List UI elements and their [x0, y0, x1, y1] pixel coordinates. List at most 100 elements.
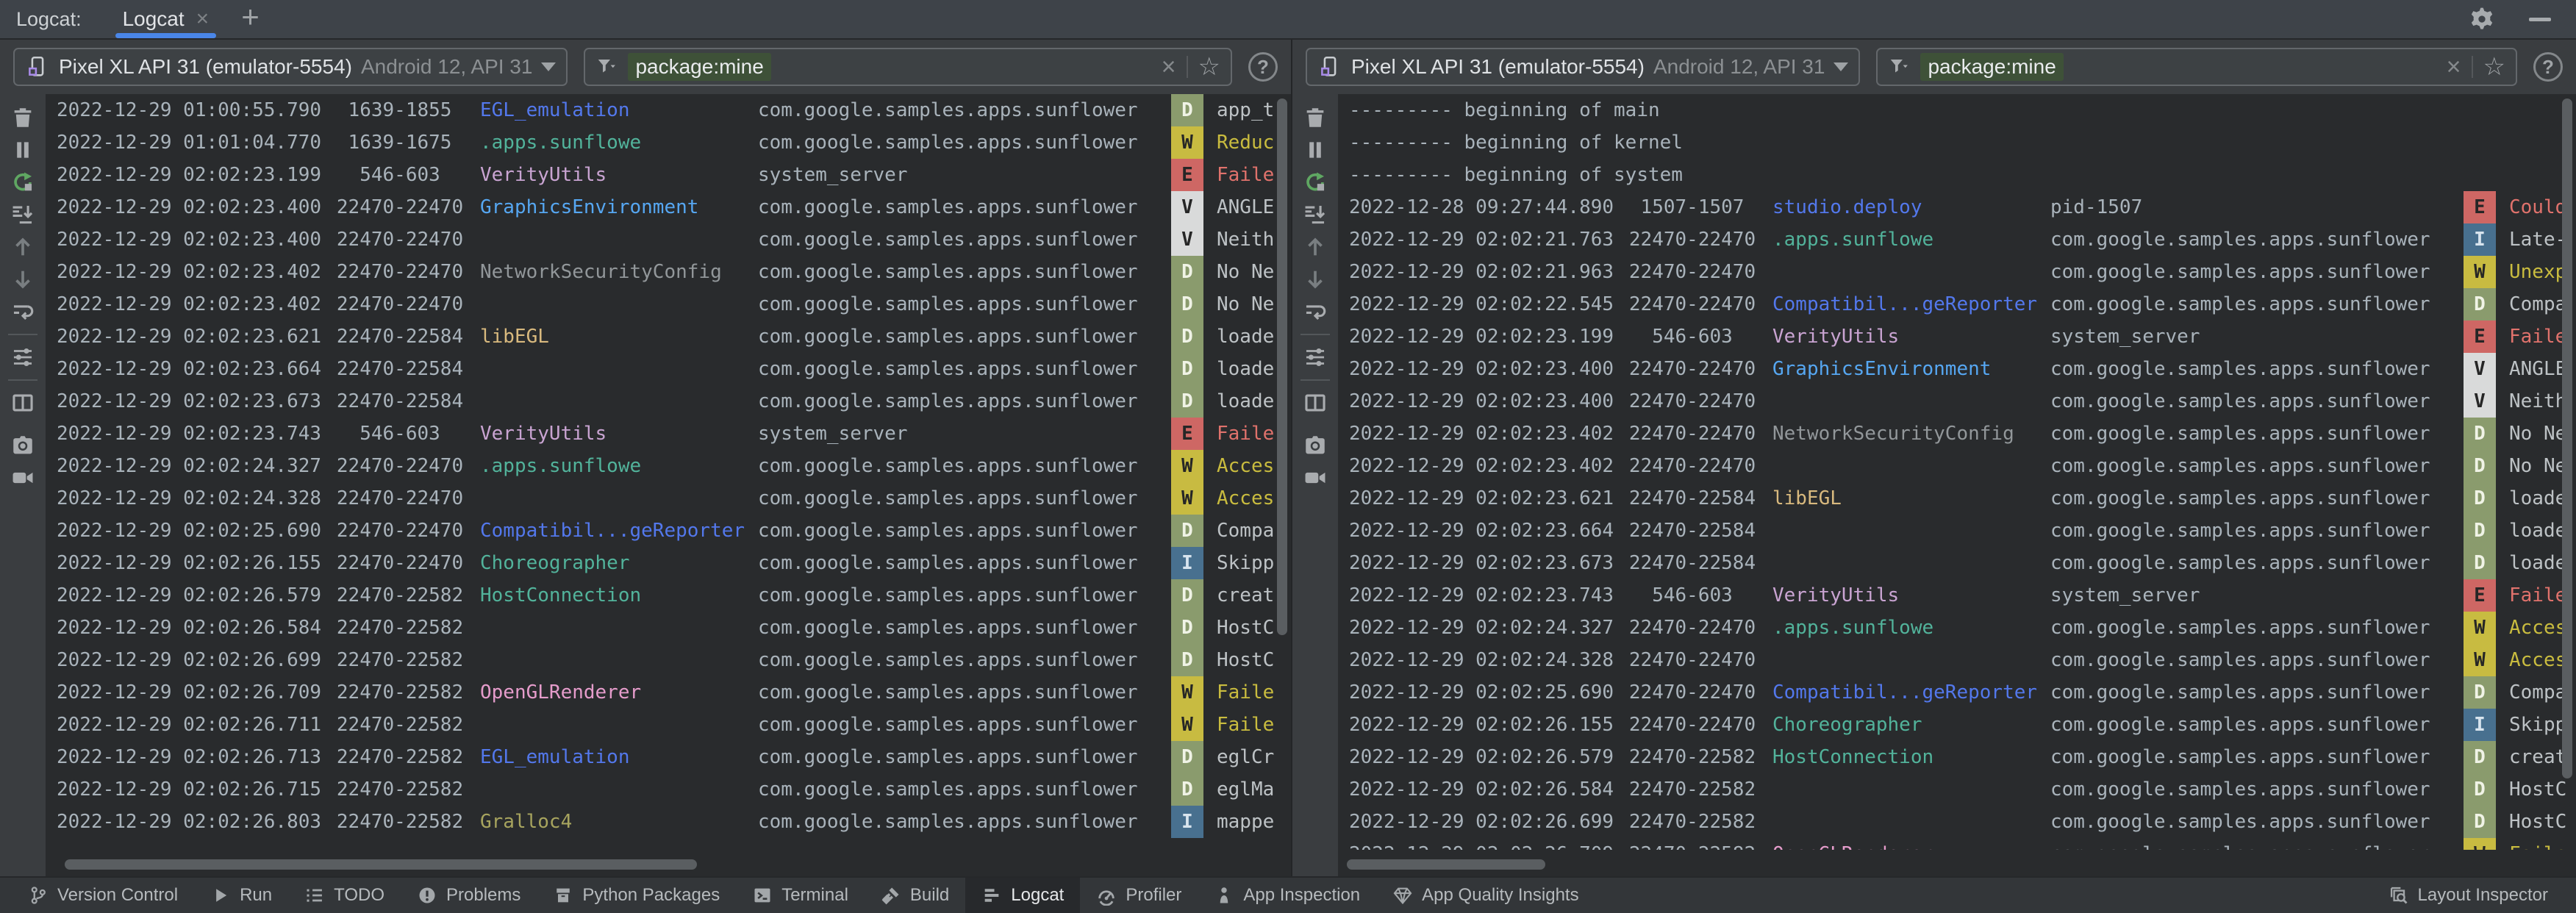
filter-query-text[interactable]: package:mine — [1920, 53, 2064, 81]
clear-filter-icon[interactable]: × — [2447, 54, 2461, 79]
statusbar-item-version-control[interactable]: Version Control — [12, 878, 194, 913]
log-row[interactable]: 2022-12-29 02:02:26.709 22470-22582 OpenGL… — [1338, 838, 2576, 850]
statusbar-item-build[interactable]: Build — [865, 878, 965, 913]
hide-tool-window-icon[interactable] — [2529, 17, 2551, 21]
log-row[interactable]: 2022-12-29 02:02:23.664 22470-22584 com.go… — [1338, 515, 2576, 547]
log-row[interactable]: 2022-12-29 02:02:26.699 22470-22582 com.go… — [46, 644, 1291, 676]
log-row[interactable]: 2022-12-29 02:02:23.400 22470-22470 com.go… — [1338, 385, 2576, 418]
log-row[interactable]: 2022-12-29 02:02:26.699 22470-22582 com.go… — [1338, 806, 2576, 838]
log-row[interactable]: 2022-12-29 02:02:26.579 22470-22582 HostCo… — [1338, 741, 2576, 773]
gear-icon[interactable] — [2467, 4, 2497, 34]
vertical-scrollbar[interactable] — [2562, 99, 2572, 778]
log-row[interactable]: 2022-12-29 01:01:04.770 1639-1675 .apps.su… — [46, 126, 1291, 159]
device-selector[interactable]: Pixel XL API 31 (emulator-5554) Android … — [1306, 48, 1861, 86]
clear-filter-icon[interactable]: × — [1162, 54, 1176, 79]
screen-record-button[interactable] — [6, 462, 40, 494]
log-row[interactable]: 2022-12-29 02:02:25.690 22470-22470 Compat… — [1338, 676, 2576, 709]
filter-query-text[interactable]: package:mine — [628, 53, 771, 81]
log-row[interactable]: 2022-12-29 02:02:23.402 22470-22470 com.go… — [46, 288, 1291, 321]
screenshot-button[interactable] — [6, 429, 40, 462]
restart-logcat-button[interactable] — [1298, 166, 1332, 198]
log-row[interactable]: 2022-12-29 02:02:23.199 546-603 VerityUtil… — [46, 159, 1291, 191]
clear-logcat-button[interactable] — [1298, 101, 1332, 134]
statusbar-item-python-packages[interactable]: Python Packages — [537, 878, 736, 913]
scroll-to-end-button[interactable] — [1298, 198, 1332, 231]
log-row[interactable]: 2022-12-29 02:02:23.402 22470-22470 Networ… — [46, 256, 1291, 288]
screenshot-button[interactable] — [1298, 429, 1332, 462]
log-row[interactable]: 2022-12-29 01:00:55.790 1639-1855 EGL_emul… — [46, 94, 1291, 126]
horizontal-scrollbar[interactable] — [65, 859, 697, 870]
screen-record-button[interactable] — [1298, 462, 1332, 494]
log-row[interactable]: 2022-12-29 02:02:23.673 22470-22584 com.go… — [1338, 547, 2576, 579]
filter-field[interactable]: package:mine × ☆ — [584, 48, 1232, 86]
restart-logcat-button[interactable] — [6, 166, 40, 198]
logcat-settings-button[interactable] — [6, 341, 40, 373]
log-row[interactable]: 2022-12-29 02:02:23.400 22470-22470 com.go… — [46, 223, 1291, 256]
log-row[interactable]: 2022-12-28 09:27:44.890 1507-1507 studio.d… — [1338, 191, 2576, 223]
help-icon[interactable]: ? — [2533, 52, 2563, 82]
log-row[interactable]: 2022-12-29 02:02:21.763 22470-22470 .apps.… — [1338, 223, 2576, 256]
log-row[interactable]: 2022-12-29 02:02:23.400 22470-22470 Graphi… — [46, 191, 1291, 223]
scroll-to-end-button[interactable] — [6, 198, 40, 231]
log-row[interactable]: 2022-12-29 02:02:23.199 546-603 VerityUtil… — [1338, 321, 2576, 353]
next-occurrence-button[interactable] — [1298, 263, 1332, 296]
clear-logcat-button[interactable] — [6, 101, 40, 134]
log-row[interactable]: 2022-12-29 02:02:23.400 22470-22470 Graphi… — [1338, 353, 2576, 385]
statusbar-item-terminal[interactable]: Terminal — [736, 878, 865, 913]
split-panel-button[interactable] — [1298, 387, 1332, 419]
log-list[interactable]: --------- beginning of main --------- beg… — [1338, 94, 2576, 850]
tab-close-icon[interactable]: × — [196, 8, 210, 30]
log-row[interactable]: 2022-12-29 02:02:24.327 22470-22470 .apps.… — [46, 450, 1291, 482]
log-row[interactable]: 2022-12-29 02:02:24.328 22470-22470 com.go… — [1338, 644, 2576, 676]
log-row[interactable]: 2022-12-29 02:02:26.709 22470-22582 OpenGL… — [46, 676, 1291, 709]
log-row[interactable]: 2022-12-29 02:02:25.690 22470-22470 Compat… — [46, 515, 1291, 547]
pause-logcat-button[interactable] — [6, 134, 40, 166]
statusbar-item-logcat[interactable]: Logcat — [965, 878, 1081, 913]
statusbar-item-profiler[interactable]: Profiler — [1080, 878, 1198, 913]
log-row[interactable]: 2022-12-29 02:02:22.545 22470-22470 Compat… — [1338, 288, 2576, 321]
log-row[interactable]: 2022-12-29 02:02:23.402 22470-22470 Networ… — [1338, 418, 2576, 450]
add-tab-button[interactable]: + — [241, 1, 260, 37]
filter-funnel-icon[interactable] — [595, 56, 618, 78]
logcat-settings-button[interactable] — [1298, 341, 1332, 373]
log-row[interactable]: 2022-12-29 02:02:24.327 22470-22470 .apps.… — [1338, 612, 2576, 644]
soft-wrap-button[interactable] — [6, 296, 40, 328]
filter-field[interactable]: package:mine × ☆ — [1876, 48, 2517, 86]
statusbar-item-layout-inspector[interactable]: Layout Inspector — [2372, 878, 2564, 913]
log-row[interactable]: 2022-12-29 02:02:23.743 546-603 VerityUtil… — [1338, 579, 2576, 612]
log-row[interactable]: 2022-12-29 02:02:23.402 22470-22470 com.go… — [1338, 450, 2576, 482]
horizontal-scrollbar[interactable] — [1347, 859, 1545, 870]
split-panel-button[interactable] — [6, 387, 40, 419]
log-row[interactable]: 2022-12-29 02:02:24.328 22470-22470 com.go… — [46, 482, 1291, 515]
log-row[interactable]: 2022-12-29 02:02:26.713 22470-22582 EGL_em… — [46, 741, 1291, 773]
log-row[interactable]: 2022-12-29 02:02:26.155 22470-22470 Choreo… — [46, 547, 1291, 579]
log-row[interactable]: 2022-12-29 02:02:21.963 22470-22470 com.go… — [1338, 256, 2576, 288]
log-row[interactable]: 2022-12-29 02:02:26.579 22470-22582 HostCo… — [46, 579, 1291, 612]
device-selector[interactable]: Pixel XL API 31 (emulator-5554) Android … — [13, 48, 568, 86]
previous-occurrence-button[interactable] — [1298, 231, 1332, 263]
log-row[interactable]: 2022-12-29 02:02:26.711 22470-22582 com.go… — [46, 709, 1291, 741]
log-row[interactable]: --------- beginning of kernel — [1338, 126, 2576, 159]
vertical-scrollbar[interactable] — [1277, 99, 1287, 635]
log-row[interactable]: 2022-12-29 02:02:23.743 546-603 VerityUtil… — [46, 418, 1291, 450]
log-list[interactable]: 2022-12-29 01:00:55.790 1639-1855 EGL_emul… — [46, 94, 1291, 850]
statusbar-item-app-quality-insights[interactable]: App Quality Insights — [1376, 878, 1595, 913]
log-row[interactable]: 2022-12-29 02:02:23.664 22470-22584 com.go… — [46, 353, 1291, 385]
statusbar-item-app-inspection[interactable]: App Inspection — [1198, 878, 1376, 913]
statusbar-item-problems[interactable]: Problems — [401, 878, 537, 913]
statusbar-item-todo[interactable]: TODO — [288, 878, 401, 913]
log-row[interactable]: 2022-12-29 02:02:26.584 22470-22582 com.go… — [1338, 773, 2576, 806]
tab-logcat[interactable]: Logcat × — [115, 0, 217, 38]
log-row[interactable]: 2022-12-29 02:02:23.621 22470-22584 libEGL… — [1338, 482, 2576, 515]
pause-logcat-button[interactable] — [1298, 134, 1332, 166]
help-icon[interactable]: ? — [1248, 52, 1278, 82]
previous-occurrence-button[interactable] — [6, 231, 40, 263]
soft-wrap-button[interactable] — [1298, 296, 1332, 328]
log-row[interactable]: 2022-12-29 02:02:26.803 22470-22582 Grallo… — [46, 806, 1291, 838]
log-row[interactable]: 2022-12-29 02:02:26.155 22470-22470 Choreo… — [1338, 709, 2576, 741]
log-row[interactable]: 2022-12-29 02:02:26.715 22470-22582 com.go… — [46, 773, 1291, 806]
log-row[interactable]: --------- beginning of main — [1338, 94, 2576, 126]
log-row[interactable]: 2022-12-29 02:02:23.673 22470-22584 com.go… — [46, 385, 1291, 418]
filter-funnel-icon[interactable] — [1888, 56, 1910, 78]
next-occurrence-button[interactable] — [6, 263, 40, 296]
